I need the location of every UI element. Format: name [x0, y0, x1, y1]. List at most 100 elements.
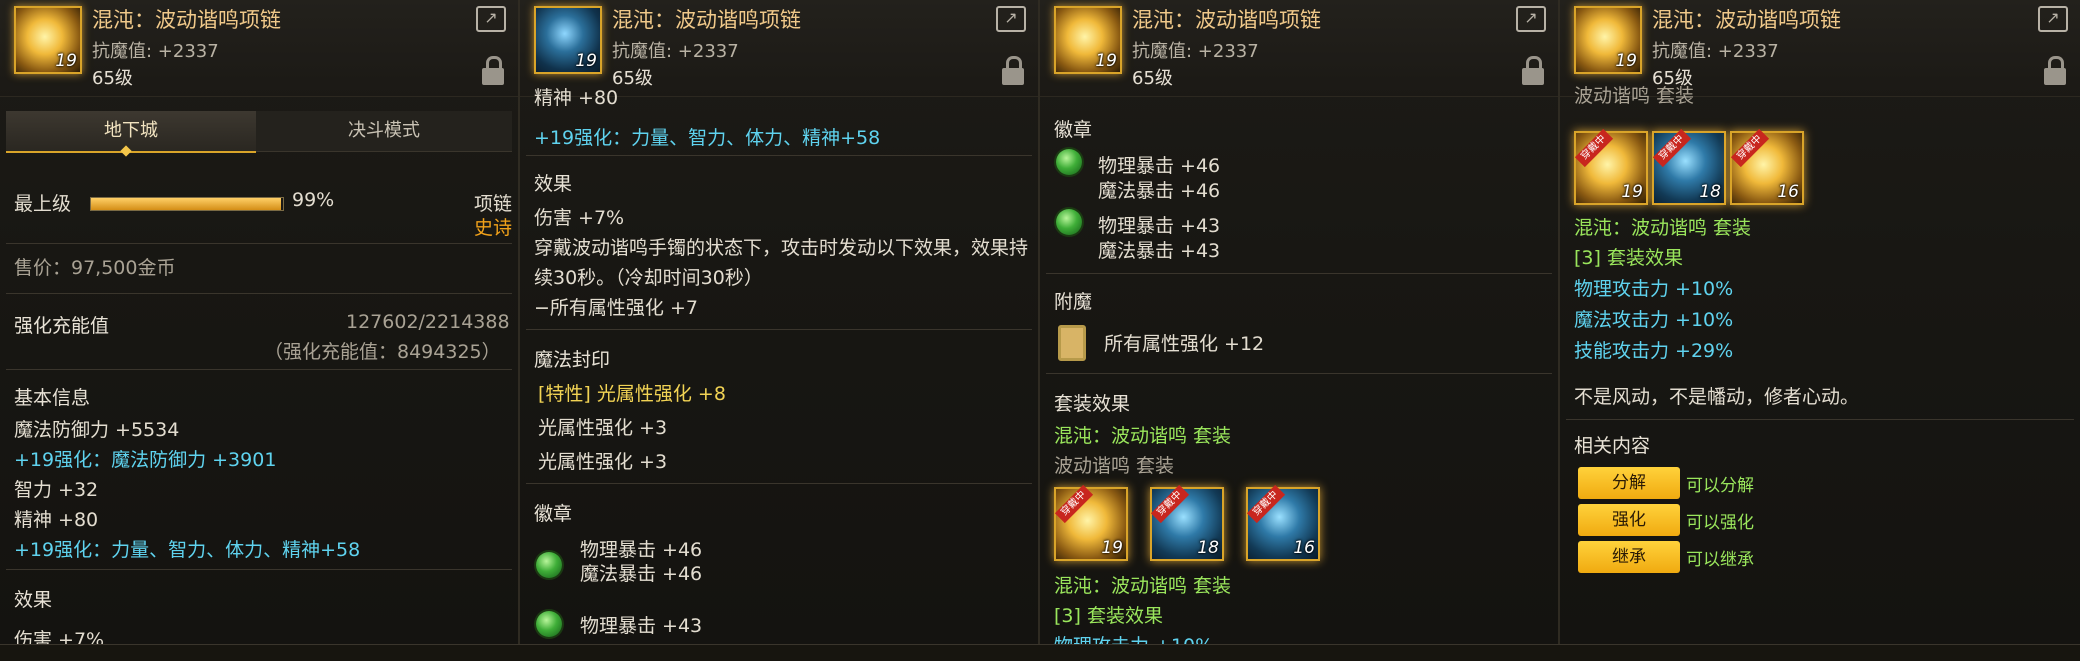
divider [6, 293, 512, 294]
seal-line: 光属性强化 +3 [538, 417, 668, 439]
divider [1046, 373, 1552, 374]
set-item-level: 16 [1293, 538, 1315, 558]
stat-line: +19强化：魔法防御力 +3901 [14, 449, 277, 471]
item-name: 混沌：波动谐鸣项链 [1652, 8, 1841, 32]
share-icon[interactable]: ↗ [2038, 6, 2068, 32]
enchant-card-icon[interactable] [1058, 325, 1086, 361]
equipped-ribbon: 穿戴中 [1054, 484, 1094, 524]
set-name: 混沌：波动谐鸣 套装 [1574, 217, 1752, 239]
seal-line: 光属性强化 +3 [538, 451, 668, 473]
related-title: 相关内容 [1574, 435, 1651, 457]
set-item-level: 19 [1621, 182, 1643, 202]
tab-dungeon[interactable]: 地下城 [6, 111, 256, 153]
emblem-title: 徽章 [534, 503, 573, 525]
set-effect-title: [3] 套装效果 [1054, 605, 1163, 627]
tooltip-panel-4: 19 混沌：波动谐鸣项链 抗魔值: +2337 65级 ↗ 波动谐鸣 套装 穿戴… [1560, 0, 2080, 644]
seal-special: [特性] 光属性强化 +8 [538, 383, 726, 405]
item-name: 混沌：波动谐鸣项链 [1132, 8, 1321, 32]
set-item-level: 18 [1197, 538, 1219, 558]
equipped-ribbon: 穿戴中 [1246, 484, 1286, 524]
action-desc: 可以继承 [1686, 550, 1754, 570]
set-item-icon[interactable]: 穿戴中 18 [1150, 484, 1224, 561]
set-item-icon[interactable]: 穿戴中 19 [1574, 128, 1648, 205]
divider [1566, 419, 2074, 420]
share-icon[interactable]: ↗ [996, 6, 1026, 32]
tooltip-panel-3: 19 混沌：波动谐鸣项链 抗魔值: +2337 65级 ↗ 徽章 物理暴击 +4… [1040, 0, 1560, 644]
set-item-icon[interactable]: 穿戴中 18 [1652, 128, 1726, 205]
emblem-line: 魔法暴击 +43 [1098, 240, 1221, 262]
set-item-level: 18 [1699, 182, 1721, 202]
seal-title: 魔法封印 [534, 349, 611, 371]
emblem-line: 物理暴击 +46 [1098, 155, 1221, 177]
set-item-icon[interactable]: 穿戴中 16 [1730, 128, 1804, 205]
emblem-line: 魔法暴击 +46 [580, 563, 703, 585]
effect-line: 续30秒。（冷却时间30秒） [534, 267, 763, 289]
grade-bar-fill [91, 198, 282, 210]
grade-bar [90, 197, 284, 211]
mode-tabs: 地下城 决斗模式 [6, 111, 512, 153]
charge-total: （强化充能值：8494325） [264, 341, 501, 363]
enhance-button[interactable]: 强化 [1578, 504, 1680, 536]
tooltip-panel-2: 19 混沌：波动谐鸣项链 抗魔值: +2337 65级 ↗ 精神 +80 +19… [520, 0, 1040, 644]
action-desc: 可以分解 [1686, 476, 1754, 496]
item-icon-level: 19 [1095, 51, 1117, 71]
set-bonus: 物理攻击力 +10% [1574, 278, 1734, 300]
emblem-line: 物理暴击 +43 [1098, 215, 1221, 237]
item-level: 65级 [92, 68, 133, 89]
charge-value: 127602/2214388 [346, 311, 510, 333]
magic-resist: 抗魔值: +2337 [92, 41, 219, 62]
equipped-ribbon: 穿戴中 [1652, 128, 1692, 168]
stat-line: 魔法防御力 +5534 [14, 419, 180, 441]
lock-icon[interactable] [482, 56, 504, 86]
stat-line: 智力 +32 [14, 479, 99, 501]
item-header: 19 混沌：波动谐鸣项链 抗魔值: +2337 65级 ↗ [1040, 0, 1558, 97]
emblem-gem-icon[interactable] [1056, 209, 1082, 235]
divider [526, 329, 1032, 330]
charge-title: 强化充能值 [14, 315, 110, 337]
magic-resist: 抗魔值: +2337 [612, 41, 739, 62]
item-icon[interactable]: 19 [1574, 6, 1642, 74]
item-icon[interactable]: 19 [14, 6, 82, 74]
enchant-line: 所有属性强化 +12 [1104, 333, 1265, 355]
set-bonus-cut: 物理攻击力 +10% [1054, 631, 1213, 644]
effect-line: 穿戴波动谐鸣手镯的状态下，攻击时发动以下效果，效果持 [534, 237, 1029, 259]
flavor-text: 不是风动，不是幡动，修者心动。 [1574, 386, 1860, 408]
disassemble-button[interactable]: 分解 [1578, 467, 1680, 499]
emblem-line: 魔法暴击 +46 [1098, 180, 1221, 202]
emblem-gem-icon[interactable] [536, 552, 562, 578]
emblem-line: 物理暴击 +43 [580, 615, 703, 637]
grade-percent: 99% [292, 189, 335, 211]
set-bonus: 技能攻击力 +29% [1574, 340, 1734, 362]
item-name: 混沌：波动谐鸣项链 [92, 8, 281, 32]
lock-icon[interactable] [2044, 56, 2066, 86]
emblem-gem-icon[interactable] [536, 611, 562, 637]
item-icon[interactable]: 19 [534, 6, 602, 74]
stat-line-cut: 精神 +80 [534, 87, 619, 109]
inherit-button[interactable]: 继承 [1578, 541, 1680, 573]
divider [526, 155, 1032, 156]
share-icon[interactable]: ↗ [476, 6, 506, 32]
stat-line: 精神 +80 [14, 509, 99, 531]
enchant-title: 附魔 [1054, 291, 1093, 313]
set-title: 套装效果 [1054, 393, 1131, 415]
divider [6, 369, 512, 370]
item-icon[interactable]: 19 [1054, 6, 1122, 74]
effect-line: 伤害 +7% [14, 629, 105, 644]
emblem-line: 物理暴击 +46 [580, 539, 703, 561]
set-item-icon[interactable]: 穿戴中 16 [1246, 484, 1320, 561]
item-name: 混沌：波动谐鸣项链 [612, 8, 801, 32]
divider [526, 483, 1032, 484]
set-bonus: 魔法攻击力 +10% [1574, 309, 1734, 331]
basic-info-title: 基本信息 [14, 387, 91, 409]
emblem-gem-icon[interactable] [1056, 149, 1082, 175]
share-icon[interactable]: ↗ [1516, 6, 1546, 32]
item-rarity: 史诗 [474, 217, 513, 239]
tab-duel[interactable]: 决斗模式 [256, 111, 512, 151]
lock-icon[interactable] [1002, 56, 1024, 86]
grade-label: 最上级 [14, 193, 72, 215]
lock-icon[interactable] [1522, 56, 1544, 86]
action-desc: 可以强化 [1686, 513, 1754, 533]
bottom-bar [0, 644, 2080, 661]
item-level: 65级 [1132, 68, 1173, 89]
set-item-icon[interactable]: 穿戴中 19 [1054, 484, 1128, 561]
